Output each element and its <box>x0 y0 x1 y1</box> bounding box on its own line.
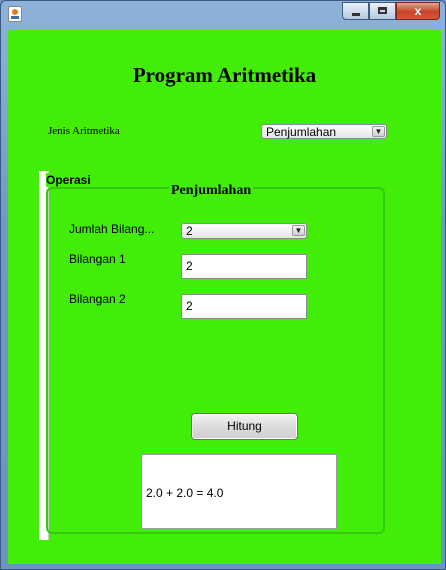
jumlah-bilangan-select[interactable]: 2 ▼ <box>181 223 307 239</box>
minimize-button[interactable] <box>342 2 369 20</box>
result-text: 2.0 + 2.0 = 4.0 <box>146 486 224 500</box>
chevron-down-icon[interactable]: ▼ <box>292 225 305 236</box>
jumlah-bilangan-value: 2 <box>186 224 193 238</box>
jenis-aritmetika-select[interactable]: Penjumlahan ▼ <box>261 124 387 139</box>
main-content: Program Aritmetika Jenis Aritmetika Penj… <box>8 30 441 564</box>
panel-title: Penjumlahan <box>169 183 254 199</box>
app-window: x Program Aritmetika Jenis Aritmetika Pe… <box>0 0 446 570</box>
maximize-button[interactable] <box>369 2 396 20</box>
operasi-group-title: Operasi <box>46 173 91 187</box>
chevron-down-icon[interactable]: ▼ <box>372 126 385 137</box>
bilangan-2-input[interactable]: 2 <box>181 294 307 319</box>
bilangan-1-input[interactable]: 2 <box>181 254 307 279</box>
jenis-aritmetika-label: Jenis Aritmetika <box>48 125 120 137</box>
bilangan-2-label: Bilangan 2 <box>69 292 126 306</box>
jumlah-bilangan-label: Jumlah Bilang... <box>69 222 155 236</box>
hitung-button[interactable]: Hitung <box>191 413 298 440</box>
window-controls: x <box>342 2 440 21</box>
title-bar[interactable]: x <box>1 1 445 27</box>
result-textarea[interactable]: 2.0 + 2.0 = 4.0 <box>141 454 337 529</box>
java-app-icon[interactable] <box>8 6 22 22</box>
bilangan-1-label: Bilangan 1 <box>69 252 126 266</box>
page-title: Program Aritmetika <box>132 63 317 87</box>
jenis-aritmetika-value: Penjumlahan <box>266 125 337 139</box>
close-button[interactable]: x <box>396 2 440 20</box>
